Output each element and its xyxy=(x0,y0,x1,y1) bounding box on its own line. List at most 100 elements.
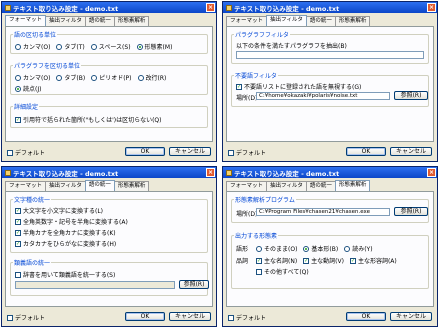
checkbox-lowercase[interactable]: ✓ 大文字を小文字に変換する(L) xyxy=(15,206,103,215)
close-icon[interactable]: × xyxy=(206,168,215,177)
checkbox-adjective[interactable]: ✓ 主な形容詞(A) xyxy=(349,256,397,265)
radio-control[interactable] xyxy=(15,74,21,81)
radio-control[interactable] xyxy=(90,43,97,50)
tab-word-unify[interactable]: 語の統一 xyxy=(84,180,115,191)
checkbox-default[interactable]: デフォルト xyxy=(7,148,45,157)
checkbox-use-dictionary[interactable]: 辞書を用いて類義語を統一する(S) xyxy=(15,270,115,279)
ok-button[interactable]: OK xyxy=(125,312,165,321)
radio-control[interactable] xyxy=(15,85,21,92)
radio-row: 読点(J) xyxy=(15,84,47,93)
window-title: テキスト取り込み設定 - demo.txt xyxy=(13,169,119,178)
browse-button[interactable]: 参照(R) xyxy=(394,207,428,216)
radio-morpheme[interactable]: 形態素(M) xyxy=(136,42,172,51)
checkbox-control[interactable]: ✓ xyxy=(15,116,21,123)
group-label: 語の区切る単位 xyxy=(13,30,58,39)
checkbox-default[interactable]: デフォルト xyxy=(228,148,266,157)
radio-tab[interactable]: タブ(B) xyxy=(56,73,85,82)
tab-morph[interactable]: 形態素解析 xyxy=(113,16,150,26)
radio-newline[interactable]: 改行(R) xyxy=(137,73,166,82)
cancel-button[interactable]: キャンセル xyxy=(169,312,211,321)
radio-row: カンマ(O) タブ(B) ピリオド(P) 改行(R) xyxy=(15,73,172,82)
cancel-button[interactable]: キャンセル xyxy=(390,312,432,321)
checkbox-noun[interactable]: ✓ 主な名詞(N) xyxy=(256,256,297,265)
checkbox-halfwidth-alnum[interactable]: ✓ 全角英数字・記号を半角に変換する(A) xyxy=(15,217,128,226)
tab-extract-filter[interactable]: 抽出フィルタ xyxy=(45,181,86,191)
radio-period[interactable]: ピリオド(P) xyxy=(91,73,132,82)
tab-extract-filter[interactable]: 抽出フィルタ xyxy=(266,181,307,191)
tab-word-unify[interactable]: 語の統一 xyxy=(305,181,336,191)
radio-control[interactable] xyxy=(344,245,351,252)
tab-format[interactable]: フォーマット xyxy=(5,181,47,191)
tab-extract-filter[interactable]: 抽出フィルタ xyxy=(45,16,86,26)
tab-morph[interactable]: 形態素解析 xyxy=(334,16,371,26)
tab-morph[interactable]: 形態素解析 xyxy=(113,181,150,191)
radio-reading[interactable]: 読み(Y) xyxy=(344,244,373,253)
browse-button[interactable]: 参照(R) xyxy=(394,91,428,100)
tab-word-unify[interactable]: 語の統一 xyxy=(305,16,336,26)
radio-touten[interactable]: 読点(J) xyxy=(15,84,41,93)
radio-tab[interactable]: タブ(T) xyxy=(56,42,85,51)
checkbox-verb[interactable]: ✓ 主な動詞(V) xyxy=(303,256,344,265)
checkbox-control[interactable]: ✓ xyxy=(15,207,21,214)
cancel-button[interactable]: キャンセル xyxy=(390,147,432,156)
radio-control[interactable] xyxy=(56,74,63,81)
ok-button[interactable]: OK xyxy=(346,312,386,321)
radio-row: そのまま(O) 基本形(B) 読み(Y) xyxy=(256,244,379,253)
radio-comma[interactable]: カンマ(O) xyxy=(15,73,50,82)
radio-base-form[interactable]: 基本形(B) xyxy=(303,244,338,253)
checkbox-hiragana[interactable]: ✓ カタカナをひらがなに変換する(H) xyxy=(15,239,116,248)
checkbox-quotes[interactable]: ✓ 引用符で括られた箇所("もしくは')は区切らない(Q) xyxy=(15,115,162,124)
tab-format[interactable]: フォーマット xyxy=(226,16,268,26)
checkbox-default[interactable]: デフォルト xyxy=(7,313,45,322)
tab-word-unify[interactable]: 語の統一 xyxy=(84,16,115,26)
tab-extract-filter[interactable]: 抽出フィルタ xyxy=(266,15,307,26)
radio-row: カンマ(O) タブ(T) スペース(S) 形態素(M) xyxy=(15,42,178,51)
radio-control[interactable] xyxy=(15,43,21,50)
checkbox-all-others[interactable]: その他すべて(Q) xyxy=(256,267,309,276)
checkbox-control[interactable]: ✓ xyxy=(236,83,242,90)
checkbox-control[interactable]: ✓ xyxy=(256,257,262,264)
radio-comma[interactable]: カンマ(O) xyxy=(15,42,50,51)
checkbox-fullwidth-kana[interactable]: ✓ 半角カナを全角カナに変換する(K) xyxy=(15,228,116,237)
noise-file-path-input[interactable]: C:¥home¥okazaki¥polaris¥noise.txt xyxy=(256,92,390,100)
radio-control[interactable] xyxy=(91,74,98,81)
checkbox-control[interactable] xyxy=(256,268,262,275)
close-icon[interactable]: × xyxy=(206,3,215,12)
radio-control[interactable] xyxy=(137,74,144,81)
paragraph-filter-input[interactable] xyxy=(236,51,424,59)
checkbox-control[interactable] xyxy=(228,314,234,321)
group-paragraph-filter: パラグラフフィルタ 以下の条件を満たすパラグラフを抽出(B) xyxy=(231,30,429,64)
tab-format[interactable]: フォーマット xyxy=(226,181,268,191)
ok-button[interactable]: OK xyxy=(125,147,165,156)
radio-as-is[interactable]: そのまま(O) xyxy=(256,244,297,253)
dictionary-path-input[interactable] xyxy=(15,281,175,289)
checkbox-control[interactable]: ✓ xyxy=(15,240,21,247)
checkbox-ignore-noise[interactable]: ✓ 不要語リストに登録された語を無視する(G) xyxy=(236,82,361,91)
checkbox-control[interactable] xyxy=(7,314,13,321)
checkbox-row: ✓ 主な名詞(N) ✓ 主な動詞(V) ✓ 主な形容詞(A) xyxy=(256,256,403,265)
app-icon xyxy=(226,4,232,11)
ok-button[interactable]: OK xyxy=(346,147,386,156)
radio-control[interactable] xyxy=(256,245,262,252)
close-icon[interactable]: × xyxy=(427,3,436,12)
tab-format[interactable]: フォーマット xyxy=(5,15,47,26)
radio-control[interactable] xyxy=(136,43,143,50)
tab-morph[interactable]: 形態素解析 xyxy=(334,180,371,191)
radio-control[interactable] xyxy=(303,245,310,252)
radio-space[interactable]: スペース(S) xyxy=(90,42,131,51)
checkbox-control[interactable] xyxy=(7,149,13,156)
checkbox-control[interactable] xyxy=(228,149,234,156)
checkbox-control[interactable]: ✓ xyxy=(15,229,21,236)
tab-panel: 形態素解析プログラム 場所(D) C:¥Program Files¥chasen… xyxy=(226,191,434,307)
radio-control[interactable] xyxy=(56,43,63,50)
checkbox-control[interactable] xyxy=(15,271,21,278)
close-icon[interactable]: × xyxy=(427,168,436,177)
checkbox-control[interactable]: ✓ xyxy=(349,257,356,264)
cancel-button[interactable]: キャンセル xyxy=(169,147,211,156)
checkbox-control[interactable]: ✓ xyxy=(15,218,21,225)
program-path-input[interactable]: C:¥Program Files¥chasen21¥chasen.exe xyxy=(256,208,390,216)
pos-label: 品詞 xyxy=(236,258,249,265)
checkbox-default[interactable]: デフォルト xyxy=(228,313,266,322)
checkbox-control[interactable]: ✓ xyxy=(303,257,310,264)
browse-button[interactable]: 参照(R) xyxy=(179,280,209,289)
